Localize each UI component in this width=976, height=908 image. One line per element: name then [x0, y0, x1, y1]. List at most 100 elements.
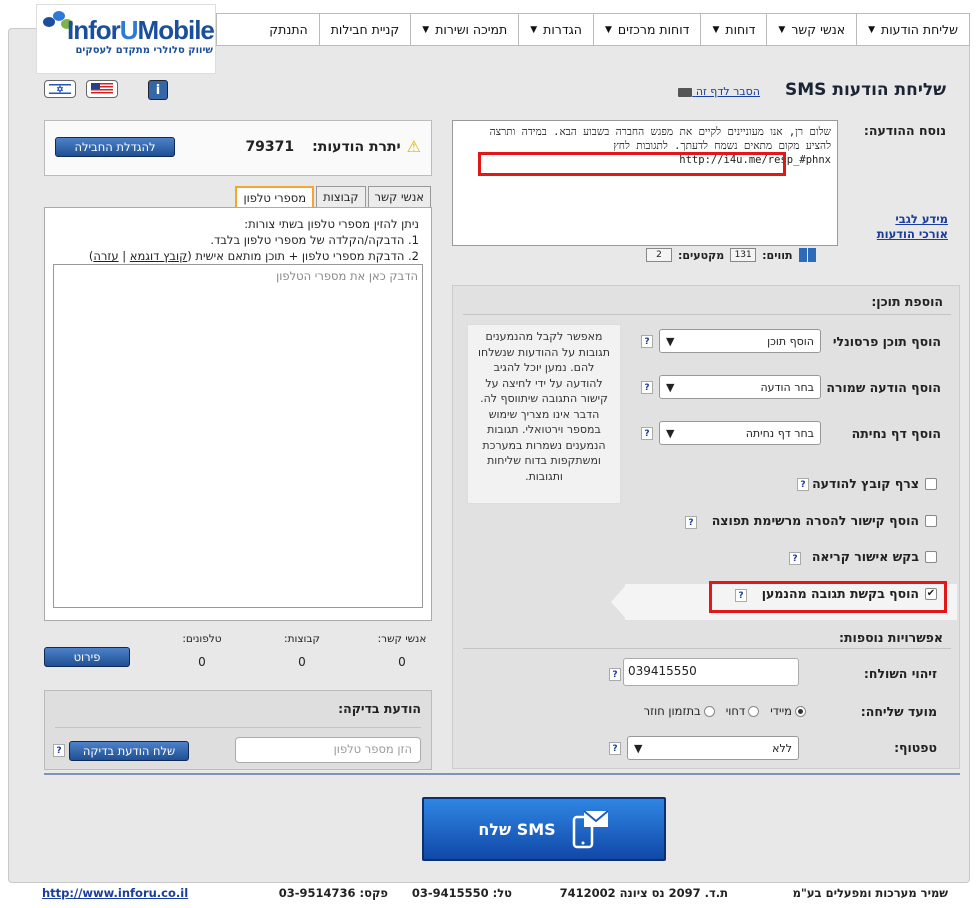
send-now-option[interactable]: מיידי: [770, 704, 809, 718]
pointer-arrow-icon: [611, 584, 627, 620]
add-content-title: הוספת תוכן:: [871, 294, 943, 309]
question-icon[interactable]: ?: [53, 744, 65, 757]
question-icon[interactable]: ?: [641, 335, 653, 348]
upgrade-package-button[interactable]: להגדלת החבילה: [55, 137, 175, 157]
segments-count: 2: [646, 248, 672, 262]
select-value: הוסף תוכן: [767, 334, 814, 348]
navigation-arrows-icon[interactable]: [798, 248, 816, 262]
landing-page-label: הוסף דף נחיתה: [851, 426, 941, 441]
attach-file-checkbox[interactable]: [925, 478, 937, 490]
details-button[interactable]: פירוט: [44, 647, 130, 667]
recipient-counts: אנשי קשר: 0 קבוצות: 0 טלפונים: 0 פירוט: [44, 633, 432, 673]
personal-content-label: הוסף תוכן פרסונלי: [832, 334, 941, 349]
contacts-count: אנשי קשר: 0: [372, 633, 432, 669]
nav-settings[interactable]: הגדרות ▼: [518, 14, 593, 45]
question-icon[interactable]: ?: [641, 381, 653, 394]
help-link[interactable]: עזרה: [93, 249, 118, 263]
drip-label: טפטוף:: [894, 740, 937, 755]
question-icon[interactable]: ?: [609, 742, 621, 755]
read-receipt-checkbox[interactable]: [925, 551, 937, 563]
phone-mail-icon: [572, 810, 609, 849]
inforu-logo[interactable]: InforUMobile שיווק סלולרי מתקדם לעסקים: [36, 4, 216, 74]
nav-summary-reports[interactable]: דוחות מרכזים ▼: [592, 14, 701, 45]
language-switcher: i: [44, 80, 168, 100]
nav-label: תמיכה ושירות: [435, 22, 508, 37]
link-line: מידע לגבי: [895, 212, 948, 226]
tab-contacts[interactable]: אנשי קשר: [367, 186, 431, 208]
test-message-panel: הודעת בדיקה: הזן מספר טלפון שלח הודעת בד…: [44, 690, 432, 770]
question-icon[interactable]: ?: [797, 478, 809, 491]
send-test-button[interactable]: שלח הודעת בדיקה: [69, 741, 189, 761]
bottom-separator: [44, 773, 960, 775]
reply-link-highlight: [478, 152, 786, 176]
nav-contacts[interactable]: אנשי קשר ▼: [766, 14, 856, 45]
info-icon[interactable]: i: [148, 80, 168, 100]
nav-label: דוחות: [725, 22, 756, 37]
message-length-info-link[interactable]: מידע לגבי אורכי הודעות: [877, 212, 948, 242]
nav-logout[interactable]: התנתק: [258, 14, 318, 45]
phone-numbers-textarea[interactable]: הדבק כאן את מספרי הטלפון: [53, 264, 423, 608]
footer-website-link[interactable]: http://www.inforu.co.il: [42, 886, 188, 900]
divider: [55, 727, 421, 728]
printer-icon: [678, 87, 693, 97]
question-icon[interactable]: ?: [641, 427, 653, 440]
question-icon[interactable]: ?: [609, 668, 621, 681]
footer-company: שמיר מערכות ומפעלים בע"מ: [792, 886, 948, 900]
israel-flag-icon[interactable]: [44, 80, 76, 98]
send-sms-button[interactable]: שלח SMS: [422, 797, 666, 861]
send-repeat-option[interactable]: בתזמון חוזר: [644, 704, 718, 718]
logo-text: InforUMobile: [67, 15, 215, 45]
unsubscribe-checkbox[interactable]: [925, 515, 937, 527]
nav-reports[interactable]: דוחות ▼: [700, 14, 766, 45]
separator: |: [122, 249, 127, 263]
tab-groups[interactable]: קבוצות: [316, 186, 366, 208]
saved-message-label: הוסף הודעה שמורה: [826, 380, 941, 395]
help-line: ניתן להזין מספרי טלפון בשתי צורות:: [244, 217, 419, 231]
sender-id-input[interactable]: 039415550: [623, 658, 799, 686]
nav-label: דוחות מרכזים: [617, 22, 690, 37]
usa-flag-icon[interactable]: [86, 80, 118, 98]
page-help-link[interactable]: הסבר לדף זה: [674, 85, 760, 98]
send-time-options: מיידי דחוי בתזמון חוזר: [644, 704, 809, 718]
message-label: נוסח ההודעה:: [863, 123, 946, 138]
drip-select[interactable]: ללא ▼: [627, 736, 799, 760]
help-line: 1. הדבקה/הקלדה של מספרי טלפון בלבד.: [210, 233, 419, 247]
nav-support[interactable]: תמיכה ושירות ▼: [410, 14, 518, 45]
tab-phone-numbers[interactable]: מספרי טלפון: [235, 186, 315, 208]
select-value: ללא: [772, 741, 792, 755]
message-counter: תווים: 131 מקטעים: 2: [646, 248, 816, 262]
divider: [463, 648, 951, 649]
main-nav: שליחת הודעות ▼ אנשי קשר ▼ דוחות ▼ דוחות מרכ…: [216, 13, 970, 46]
chevron-down-icon: ▼: [604, 24, 612, 35]
chevron-down-icon: ▼: [712, 24, 720, 35]
message-textarea[interactable]: שלום רן, אנו מעוניינים לקיים את מפגש החב…: [452, 120, 838, 246]
send-later-option[interactable]: דחוי: [726, 704, 763, 718]
send-sms-label: שלח SMS: [478, 819, 556, 839]
personal-content-select[interactable]: הוסף תוכן ▼: [659, 329, 821, 353]
chevron-down-icon: ▼: [422, 24, 430, 35]
question-icon[interactable]: ?: [789, 552, 801, 565]
chars-label: תווים:: [762, 248, 793, 262]
nav-label: קניית חבילות: [330, 22, 400, 37]
chevron-down-icon: ▼: [530, 24, 538, 35]
landing-page-select[interactable]: בחר דף נחיתה ▼: [659, 421, 821, 445]
option-label: מיידי: [770, 704, 792, 718]
sample-file-link[interactable]: קובץ דוגמא: [130, 249, 187, 263]
phone-help-text: ניתן להזין מספרי טלפון בשתי צורות: 1. הד…: [89, 216, 419, 264]
recipient-tabs: אנשי קשר קבוצות מספרי טלפון: [235, 186, 431, 208]
sender-id-label: זיהוי השולח:: [863, 666, 937, 681]
nav-send-messages[interactable]: שליחת הודעות ▼: [856, 14, 969, 45]
saved-message-select[interactable]: בחר הודעה ▼: [659, 375, 821, 399]
nav-label: שליחת הודעות: [881, 22, 958, 37]
question-icon[interactable]: ?: [685, 516, 697, 529]
nav-label: אנשי קשר: [791, 22, 846, 37]
chars-count: 131: [730, 248, 757, 262]
nav-buy-packages[interactable]: קניית חבילות: [318, 14, 411, 45]
help-line-text: 2. הדבקת מספרי טלפון + תוכן מותאם אישית: [195, 249, 419, 263]
select-value: בחר הודעה: [760, 380, 814, 394]
segments-label: מקטעים:: [678, 248, 725, 262]
page-title: שליחת הודעות SMS: [785, 80, 946, 100]
nav-label: התנתק: [269, 22, 308, 37]
test-phone-input[interactable]: הזן מספר טלפון: [235, 737, 421, 763]
footer-address: ת.ד. 2097 נס ציונה 7412002: [559, 886, 728, 900]
